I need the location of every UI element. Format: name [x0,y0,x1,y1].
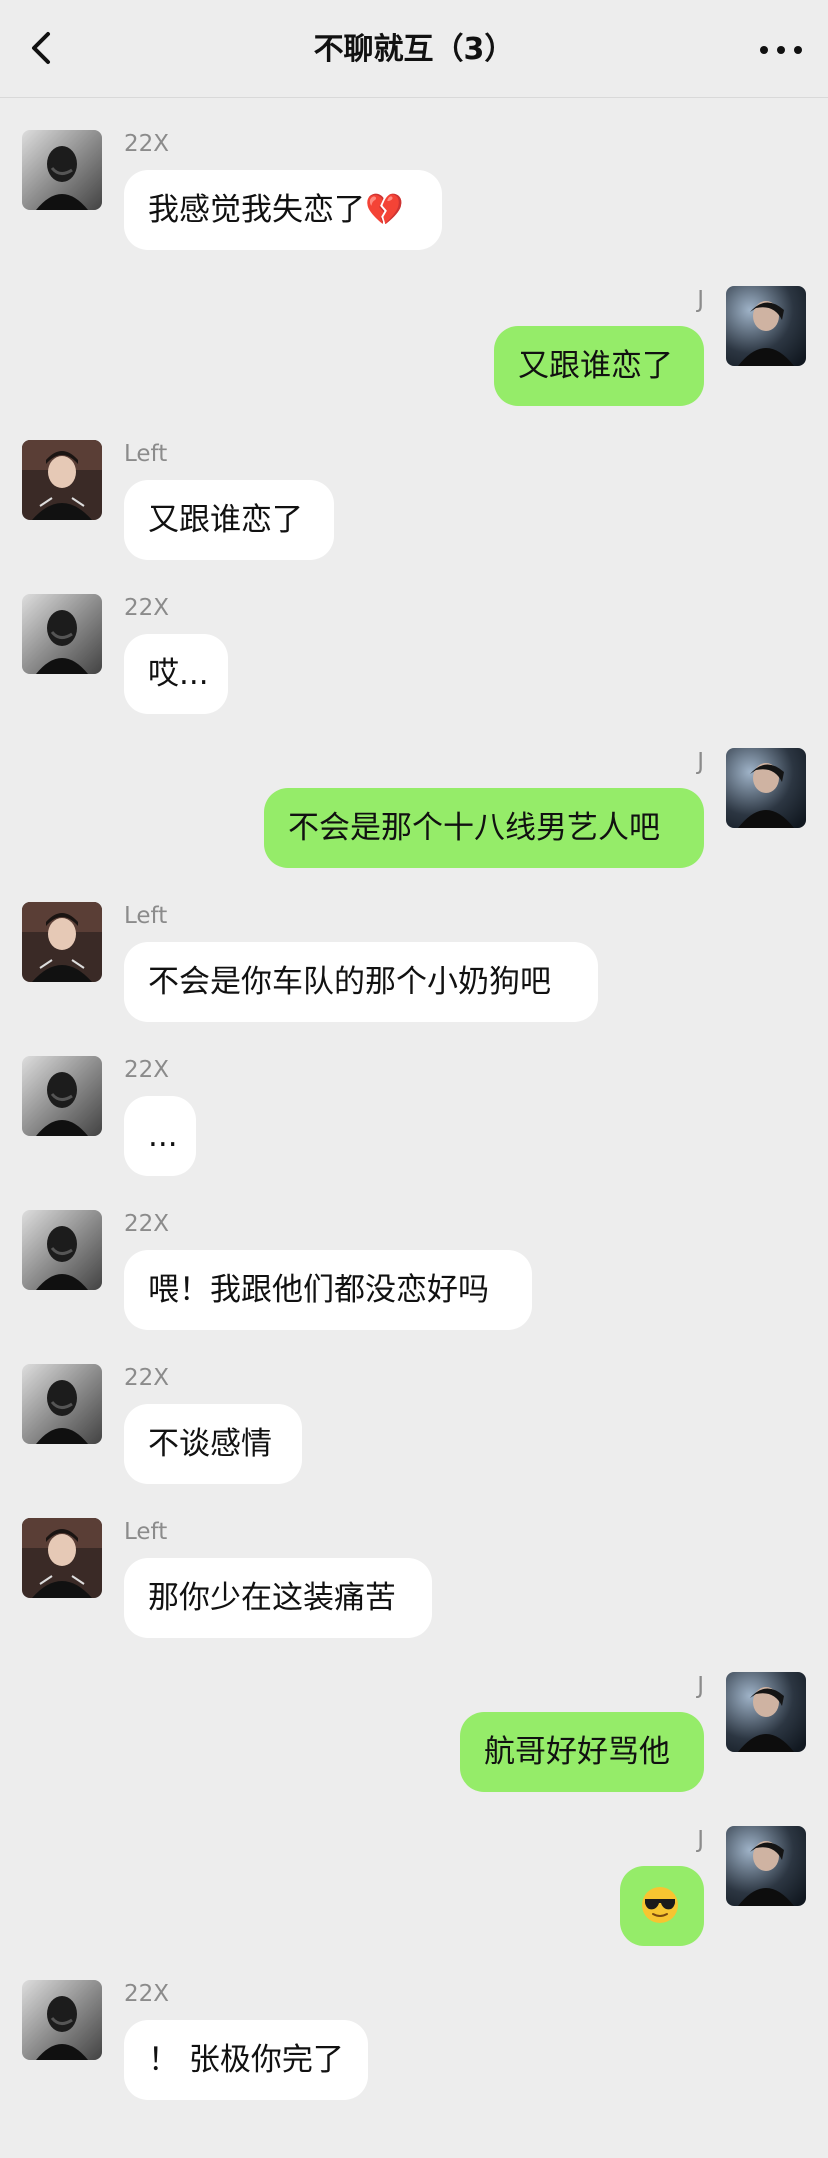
more-options-button[interactable] [756,30,806,70]
home-indicator [0,2146,828,2158]
message-row: J 航哥好好骂他 [0,1672,828,1802]
sunglasses-emoji-icon [642,1886,678,1923]
avatar-22x[interactable] [22,1364,102,1444]
incoming-message-bubble[interactable]: 喂！我跟他们都没恋好吗 [124,1250,532,1330]
message-text: 哎... [148,656,209,692]
sender-name: J [697,1827,704,1853]
outgoing-message-bubble[interactable]: 又跟谁恋了 [494,326,704,406]
message-row: 22X 哎... [0,594,828,724]
incoming-message-bubble[interactable]: 不谈感情 [124,1404,302,1484]
sender-name: 22X [124,1057,170,1083]
sender-name: J [697,1673,704,1699]
sender-name: Left [124,441,168,467]
avatar-j[interactable] [726,1672,806,1752]
avatar-j[interactable] [726,748,806,828]
outgoing-message-bubble[interactable]: 航哥好好骂他 [460,1712,704,1792]
incoming-message-bubble[interactable]: ... [124,1096,196,1176]
avatar-left[interactable] [22,440,102,520]
avatar-22x[interactable] [22,1980,102,2060]
sender-name: 22X [124,595,170,621]
message-text: 又跟谁恋了 [148,502,303,538]
message-row: Left 又跟谁恋了 [0,440,828,570]
message-row: Left 那你少在这装痛苦 [0,1518,828,1648]
message-text: ... [148,1118,178,1154]
sender-name: 22X [124,1211,170,1237]
message-row: Left 不会是你车队的那个小奶狗吧 [0,902,828,1032]
message-row: J 又跟谁恋了 [0,286,828,416]
avatar-j[interactable] [726,1826,806,1906]
avatar-left[interactable] [22,1518,102,1598]
incoming-message-bubble[interactable]: 不会是你车队的那个小奶狗吧 [124,942,598,1022]
incoming-message-bubble[interactable]: 那你少在这装痛苦 [124,1558,432,1638]
message-row: 22X... [0,1056,828,1186]
message-row: 22X 不谈感情 [0,1364,828,1494]
message-row: 22X ！ 张极你完了 [0,1980,828,2110]
message-text: 不会是你车队的那个小奶狗吧 [148,964,551,1000]
incoming-message-bubble[interactable]: 又跟谁恋了 [124,480,334,560]
message-text: 不谈感情 [148,1426,272,1462]
avatar-j[interactable] [726,286,806,366]
message-text: 喂！我跟他们都没恋好吗 [148,1272,489,1308]
sender-name: 22X [124,1981,170,2007]
incoming-message-bubble[interactable]: ！ 张极你完了 [124,2020,368,2100]
avatar-left[interactable] [22,902,102,982]
sender-name: 22X [124,131,170,157]
message-row: 22X 喂！我跟他们都没恋好吗 [0,1210,828,1340]
outgoing-message-bubble[interactable]: 不会是那个十八线男艺人吧 [264,788,704,868]
chat-title: 不聊就互（3） [313,32,515,67]
avatar-22x[interactable] [22,1056,102,1136]
more-dots-icon [760,46,802,54]
message-text: 那你少在这装痛苦 [148,1580,396,1616]
message-text: 又跟谁恋了 [518,348,673,384]
sender-name: J [697,749,704,775]
incoming-message-bubble[interactable]: 我感觉我失恋了💔 [124,170,442,250]
avatar-22x[interactable] [22,1210,102,1290]
sender-name: J [697,287,704,313]
message-row: J 不会是那个十八线男艺人吧 [0,748,828,878]
sender-name: Left [124,903,168,929]
message-text: ！ 张极你完了 [148,2042,344,2078]
sender-name: Left [124,1519,168,1545]
message-text: 航哥好好骂他 [484,1734,670,1770]
sender-name: 22X [124,1365,170,1391]
chat-header: 不聊就互（3） [0,0,828,98]
message-text: 不会是那个十八线男艺人吧 [288,810,660,846]
message-row: J [0,1826,828,1956]
incoming-message-bubble[interactable]: 哎... [124,634,228,714]
avatar-22x[interactable] [22,594,102,674]
message-row: 22X 我感觉我失恋了💔 [0,130,828,260]
message-text: 我感觉我失恋了💔 [148,192,404,228]
outgoing-message-bubble[interactable] [620,1866,704,1946]
avatar-22x[interactable] [22,130,102,210]
